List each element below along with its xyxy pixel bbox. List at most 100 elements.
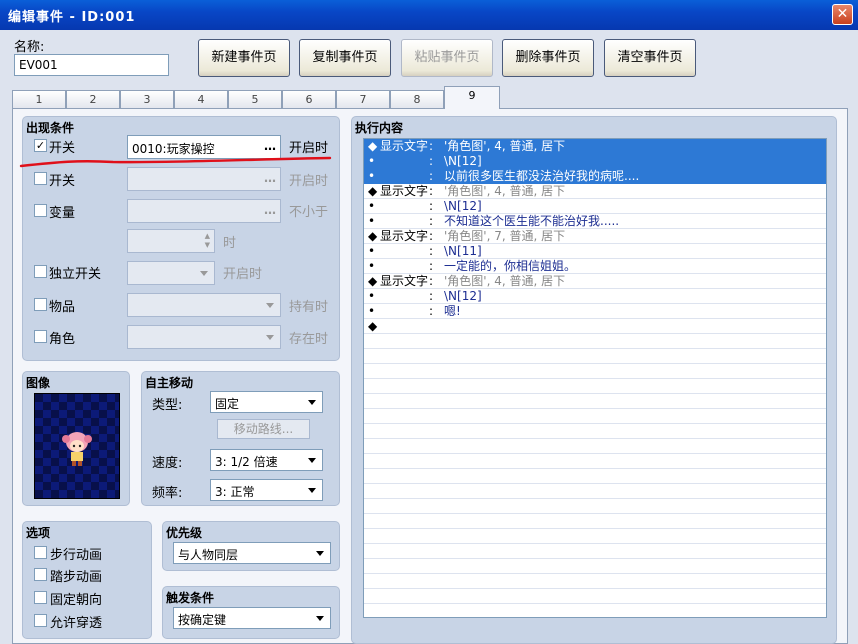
tab-8[interactable]: 8	[390, 90, 444, 108]
command-colon: :	[429, 229, 434, 243]
new-page-button[interactable]: 新建事件页	[198, 39, 290, 77]
empty-row	[364, 334, 826, 349]
empty-row	[364, 454, 826, 469]
variable-number-field[interactable]: ▲ ▼	[127, 229, 215, 253]
list-item[interactable]: • : 一定能的，你相信姐姐。	[364, 259, 826, 274]
bullet-icon: ◆	[368, 229, 378, 243]
tab-9[interactable]: 9	[444, 86, 500, 109]
chevron-down-icon	[266, 303, 274, 308]
bullet-icon: •	[368, 244, 376, 258]
speed-select[interactable]: 3: 1/2 倍速	[210, 449, 323, 471]
frequency-select[interactable]: 3: 正常	[210, 479, 323, 501]
speed-value: 3: 1/2 倍速	[215, 455, 278, 469]
command-text: \N[12]	[444, 154, 482, 168]
actor-checkbox[interactable]	[34, 330, 47, 343]
actor-field[interactable]	[127, 325, 281, 349]
bullet-icon: ◆	[368, 139, 378, 153]
variable-field[interactable]: …	[127, 199, 281, 223]
list-item[interactable]: • : 以前很多医生都没法治好我的病呢....	[364, 169, 826, 184]
switch2-label: 开关	[49, 174, 76, 189]
item-field[interactable]	[127, 293, 281, 317]
bullet-icon: •	[368, 169, 376, 183]
list-item[interactable]: • : 不知道这个医生能不能治好我.....	[364, 214, 826, 229]
command-name: 显示文字	[380, 229, 429, 243]
variable-label: 变量	[49, 206, 76, 221]
tab-2[interactable]: 2	[66, 90, 120, 108]
variable-number-suffix: 时	[223, 236, 237, 251]
empty-row	[364, 499, 826, 514]
self-switch-field[interactable]	[127, 261, 215, 285]
walk-anim-checkbox[interactable]	[34, 546, 47, 559]
command-text: 以前很多医生都没法治好我的病呢....	[444, 169, 640, 183]
bullet-icon: •	[368, 214, 376, 228]
bullet-icon: ◆	[368, 319, 378, 333]
list-item[interactable]: ◆ 显示文字 : '角色图', 4, 普通, 居下	[364, 274, 826, 289]
command-text: '角色图', 7, 普通, 居下	[444, 229, 566, 243]
tab-3[interactable]: 3	[120, 90, 174, 108]
bullet-icon: •	[368, 289, 376, 303]
empty-row	[364, 439, 826, 454]
paste-page-button[interactable]: 粘贴事件页	[401, 39, 493, 77]
tab-4[interactable]: 4	[174, 90, 228, 108]
clear-page-button[interactable]: 清空事件页	[604, 39, 696, 77]
command-name: 显示文字	[380, 274, 429, 288]
list-item[interactable]: • : 嗯!	[364, 304, 826, 319]
through-checkbox[interactable]	[34, 614, 47, 627]
bullet-icon: •	[368, 154, 376, 168]
chevron-down-icon	[308, 400, 316, 405]
move-route-button[interactable]: 移动路线...	[217, 419, 310, 439]
command-colon: :	[429, 184, 434, 198]
spinner-icon: ▲ ▼	[204, 232, 210, 249]
tab-5[interactable]: 5	[228, 90, 282, 108]
empty-row	[364, 574, 826, 589]
command-text: 一定能的，你相信姐姐。	[444, 259, 577, 273]
empty-row	[364, 394, 826, 409]
tab-1[interactable]: 1	[12, 90, 66, 108]
command-text: \N[11]	[444, 244, 482, 258]
self-switch-label: 独立开关	[49, 267, 102, 282]
list-item[interactable]: ◆ 显示文字 : '角色图', 4, 普通, 居下	[364, 184, 826, 199]
list-item[interactable]: • : \N[11]	[364, 244, 826, 259]
variable-checkbox[interactable]	[34, 204, 47, 217]
list-item[interactable]: ◆	[364, 319, 826, 334]
priority-select[interactable]: 与人物同层	[173, 542, 331, 564]
autonomous-title: 自主移动	[145, 376, 194, 390]
copy-page-button[interactable]: 复制事件页	[299, 39, 391, 77]
fixed-direction-checkbox[interactable]	[34, 591, 47, 604]
step-anim-checkbox[interactable]	[34, 568, 47, 581]
delete-page-button[interactable]: 删除事件页	[502, 39, 594, 77]
frequency-value: 3: 正常	[215, 485, 255, 499]
item-checkbox[interactable]	[34, 298, 47, 311]
item-suffix: 持有时	[289, 300, 329, 315]
name-input[interactable]: EV001	[14, 54, 169, 76]
character-sprite-preview[interactable]	[34, 393, 120, 499]
command-name: 显示文字	[380, 184, 429, 198]
empty-row	[364, 544, 826, 559]
trigger-select[interactable]: 按确定键	[173, 607, 331, 629]
list-item[interactable]: ◆ 显示文字 : '角色图', 4, 普通, 居下	[364, 139, 826, 154]
bullet-icon: •	[368, 199, 376, 213]
switch2-checkbox[interactable]	[34, 172, 47, 185]
priority-title: 优先级	[166, 526, 203, 540]
command-text: \N[12]	[444, 199, 482, 213]
close-button[interactable]: ✕	[832, 4, 853, 25]
tab-7[interactable]: 7	[336, 90, 390, 108]
type-select[interactable]: 固定	[210, 391, 323, 413]
through-label: 允许穿透	[50, 616, 103, 631]
chevron-down-icon	[308, 488, 316, 493]
autonomous-move-group: 自主移动 类型: 固定 移动路线... 速度: 3: 1/2 倍速 频率: 3:…	[141, 371, 340, 506]
image-group: 图像	[22, 371, 130, 506]
list-item[interactable]: • : \N[12]	[364, 154, 826, 169]
self-switch-checkbox[interactable]	[34, 265, 47, 278]
empty-row	[364, 349, 826, 364]
event-command-list[interactable]: ◆ 显示文字 : '角色图', 4, 普通, 居下 • : \N[12] • :…	[363, 138, 827, 618]
list-item[interactable]: • : \N[12]	[364, 199, 826, 214]
chevron-down-icon	[316, 551, 324, 556]
list-item[interactable]: ◆ 显示文字 : '角色图', 7, 普通, 居下	[364, 229, 826, 244]
empty-row	[364, 484, 826, 499]
command-colon: :	[429, 154, 434, 168]
tab-6[interactable]: 6	[282, 90, 336, 108]
actor-suffix: 存在时	[289, 332, 329, 347]
list-item[interactable]: • : \N[12]	[364, 289, 826, 304]
command-text: '角色图', 4, 普通, 居下	[444, 139, 566, 153]
